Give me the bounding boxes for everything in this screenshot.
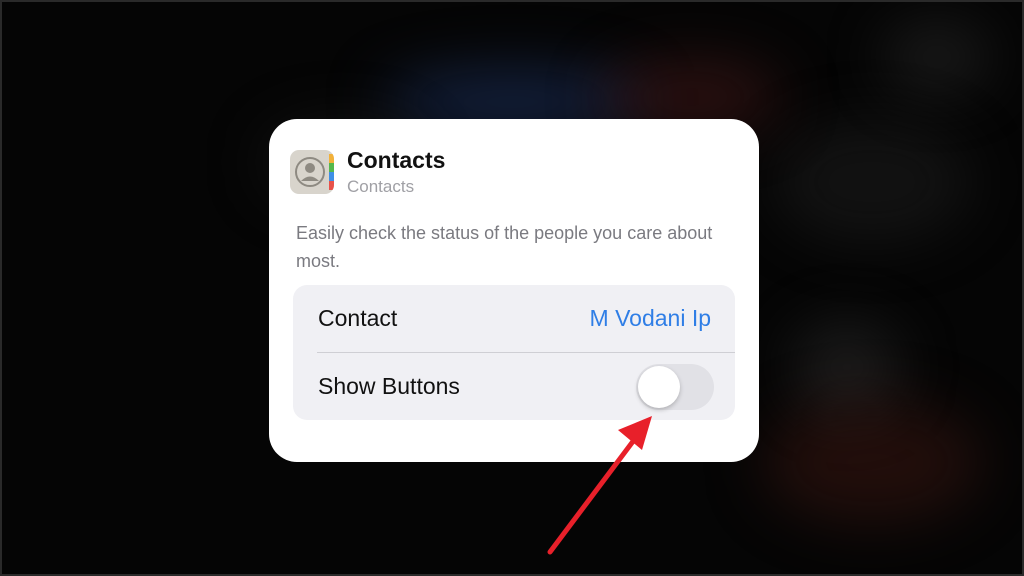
toggle-knob[interactable]: [638, 366, 680, 408]
contacts-app-icon: [290, 150, 334, 194]
person-icon: [295, 157, 325, 187]
background-blur: [882, 22, 992, 92]
show-buttons-label: Show Buttons: [318, 373, 460, 399]
contact-row[interactable]: Contact M Vodani Ip: [293, 285, 735, 352]
settings-group: Contact M Vodani Ip Show Buttons: [293, 285, 735, 420]
icon-color-tabs: [329, 154, 334, 190]
widget-title: Contacts: [347, 147, 446, 173]
show-buttons-toggle[interactable]: [636, 364, 714, 410]
background-blur: [772, 122, 972, 242]
background-blur: [792, 322, 902, 412]
widget-description: Easily check the status of the people yo…: [296, 223, 713, 271]
contact-label: Contact: [318, 305, 398, 331]
background-blur: [762, 402, 982, 522]
red-arrow-icon: [547, 416, 652, 555]
show-buttons-row: Show Buttons: [293, 353, 735, 420]
screen: Contacts Contacts Easily check the statu…: [0, 0, 1024, 576]
icon-tab: [329, 154, 334, 163]
icon-tab: [329, 172, 334, 181]
widget-config-card: Contacts Contacts Easily check the statu…: [269, 119, 759, 462]
widget-subtitle: Contacts: [347, 177, 415, 196]
contact-value[interactable]: M Vodani Ip: [590, 305, 711, 332]
icon-tab: [329, 163, 334, 172]
icon-tab: [329, 181, 334, 190]
